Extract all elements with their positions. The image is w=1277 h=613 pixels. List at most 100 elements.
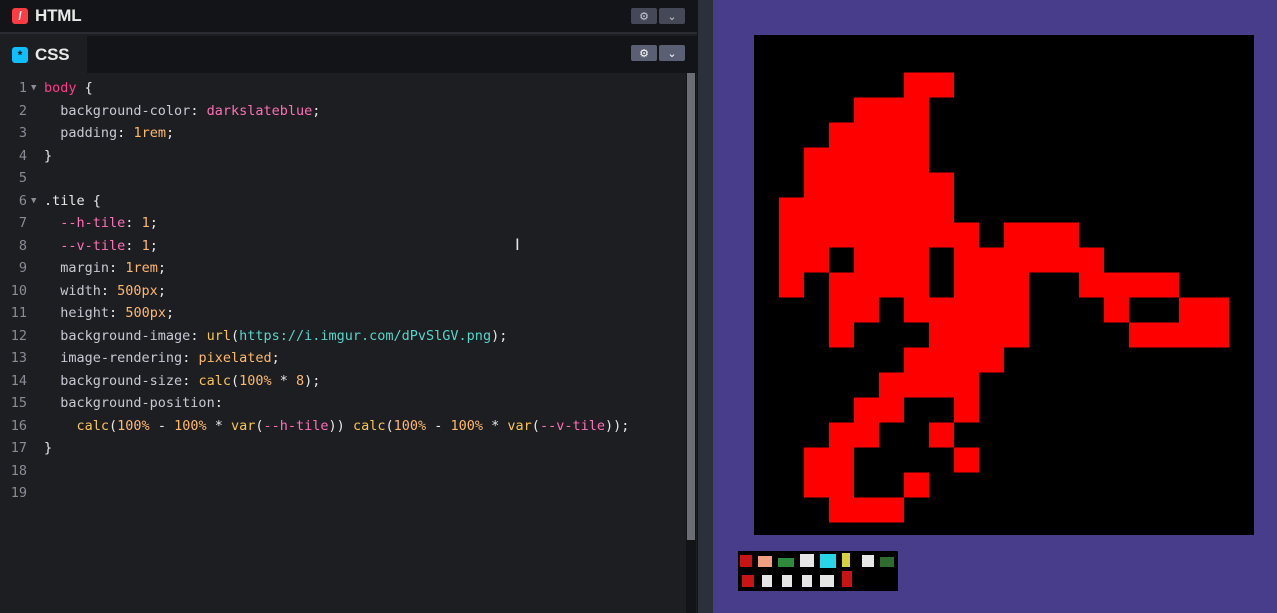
sprite-ghost xyxy=(762,575,772,587)
code-text: background-size: calc(100% * 8); xyxy=(60,372,321,389)
dragon-pixel xyxy=(829,497,854,523)
gear-icon: ⚙ xyxy=(639,10,649,23)
code-text: padding: 1rem; xyxy=(60,125,175,141)
dragon-pixel xyxy=(1154,272,1179,298)
code-line[interactable]: 11 height: 500px; xyxy=(0,302,686,325)
code-line[interactable]: 2 background-color: darkslateblue; xyxy=(0,100,686,123)
dragon-pixel xyxy=(804,172,829,198)
dragon-pixel xyxy=(954,397,979,423)
dragon-sprite xyxy=(779,72,1229,523)
css-code-editor[interactable]: 1 ▼ body { 2 background-color: darkslatebl… xyxy=(0,73,697,613)
code-line[interactable]: 7 --h-tile: 1; xyxy=(0,212,686,235)
html-collapse-button[interactable]: ⌄ xyxy=(659,8,685,24)
editor-scrollbar-thumb[interactable] xyxy=(687,73,695,540)
dragon-pixel xyxy=(879,222,904,248)
css-icon: * xyxy=(12,46,28,63)
dragon-pixel xyxy=(954,347,979,373)
code-line[interactable]: 3 padding: 1rem; xyxy=(0,122,686,145)
css-tab[interactable]: * CSS xyxy=(0,36,88,73)
line-number: 12 xyxy=(10,327,27,344)
fold-arrow-icon[interactable]: ▼ xyxy=(31,190,36,213)
editor-scrollbar[interactable] xyxy=(686,73,696,613)
dragon-pixel xyxy=(954,272,979,298)
dragon-pixel xyxy=(904,472,929,498)
line-number: 5 xyxy=(18,170,27,186)
dragon-pixel xyxy=(1179,297,1204,323)
dragon-pixel xyxy=(779,197,804,223)
tile-preview xyxy=(754,35,1254,535)
code-line[interactable]: 15 background-position: xyxy=(0,392,686,415)
code-line[interactable]: 6 ▼ .tile { xyxy=(0,190,686,213)
code-line[interactable]: 12 background-image: url(https://i.imgur… xyxy=(0,325,686,348)
dragon-pixel xyxy=(904,347,929,373)
dragon-pixel xyxy=(929,172,954,198)
code-line[interactable]: 18 xyxy=(0,460,686,483)
code-line[interactable]: 8 --v-tile: 1; xyxy=(0,235,686,258)
sprite-sheet-thumbnail xyxy=(738,551,898,591)
dragon-pixel xyxy=(1029,247,1054,273)
dragon-pixel xyxy=(854,147,879,173)
code-line[interactable]: 14 background-size: calc(100% * 8); xyxy=(0,370,686,393)
css-collapse-button[interactable]: ⌄ xyxy=(659,45,685,61)
text-cursor-icon: I xyxy=(515,235,520,254)
dragon-pixel xyxy=(879,397,904,423)
dragon-pixel xyxy=(829,122,854,148)
dragon-pixel xyxy=(804,147,829,173)
html-tab[interactable]: / HTML xyxy=(0,0,99,32)
dragon-pixel xyxy=(929,72,954,98)
html-settings-button[interactable]: ⚙ xyxy=(631,8,657,24)
dragon-pixel xyxy=(1104,272,1129,298)
dragon-pixel xyxy=(879,272,904,298)
dragon-pixel xyxy=(879,372,904,398)
dragon-pixel xyxy=(904,97,929,123)
dragon-pixel xyxy=(1079,272,1104,298)
css-settings-button[interactable]: ⚙ xyxy=(631,45,657,61)
css-panel-header[interactable]: * CSS ⚙ ⌄ xyxy=(0,36,697,73)
dragon-pixel xyxy=(954,447,979,473)
dragon-pixel xyxy=(1204,297,1229,323)
dragon-pixel xyxy=(779,247,804,273)
dragon-pixel xyxy=(1154,322,1179,348)
code-text: } xyxy=(44,440,53,456)
code-line[interactable]: 13 image-rendering: pixelated; xyxy=(0,347,686,370)
html-panel-header[interactable]: / HTML ⚙ ⌄ xyxy=(0,0,697,34)
code-text: --h-tile: 1; xyxy=(60,215,158,231)
sprite-lizard xyxy=(880,557,894,567)
dragon-pixel xyxy=(904,147,929,173)
dragon-pixel xyxy=(829,272,854,298)
dragon-pixel xyxy=(954,222,979,248)
sprite-dragon-2 xyxy=(742,575,754,587)
line-number: 19 xyxy=(10,485,27,501)
dragon-pixel xyxy=(829,147,854,173)
line-number: 17 xyxy=(10,440,27,456)
dragon-pixel xyxy=(854,172,879,198)
resize-handle[interactable] xyxy=(697,0,713,613)
dragon-pixel xyxy=(1004,297,1029,323)
sprite-cyan-mushroom xyxy=(820,554,836,568)
dragon-pixel xyxy=(1054,247,1079,273)
code-line[interactable]: 19 xyxy=(0,482,686,505)
code-line[interactable]: 17} xyxy=(0,437,686,460)
editor-column: / HTML ⚙ ⌄ * CSS ⚙ ⌄ 1 ▼ body { 2 backgrou… xyxy=(0,0,697,613)
fold-arrow-icon[interactable]: ▼ xyxy=(31,77,36,100)
sprite-dog xyxy=(820,575,834,587)
code-line[interactable]: 10 width: 500px; xyxy=(0,280,686,303)
code-line[interactable]: 9 margin: 1rem; xyxy=(0,257,686,280)
dragon-pixel xyxy=(904,272,929,298)
code-text: margin: 1rem; xyxy=(60,260,166,276)
code-line[interactable]: 5 xyxy=(0,167,686,190)
dragon-pixel xyxy=(854,247,879,273)
dragon-pixel xyxy=(979,272,1004,298)
dragon-pixel xyxy=(804,247,829,273)
dragon-pixel xyxy=(954,322,979,348)
code-line[interactable]: 16 calc(100% - 100% * var(--h-tile)) cal… xyxy=(0,415,686,438)
dragon-pixel xyxy=(979,247,1004,273)
dragon-pixel xyxy=(1004,247,1029,273)
line-number: 1 xyxy=(18,80,27,96)
code-line[interactable]: 4} xyxy=(0,145,686,168)
code-line[interactable]: 1 ▼ body { xyxy=(0,77,686,100)
line-number: 4 xyxy=(18,147,27,164)
line-number: 11 xyxy=(10,305,27,321)
line-number: 7 xyxy=(18,215,27,231)
sprite-turtle xyxy=(778,558,794,567)
